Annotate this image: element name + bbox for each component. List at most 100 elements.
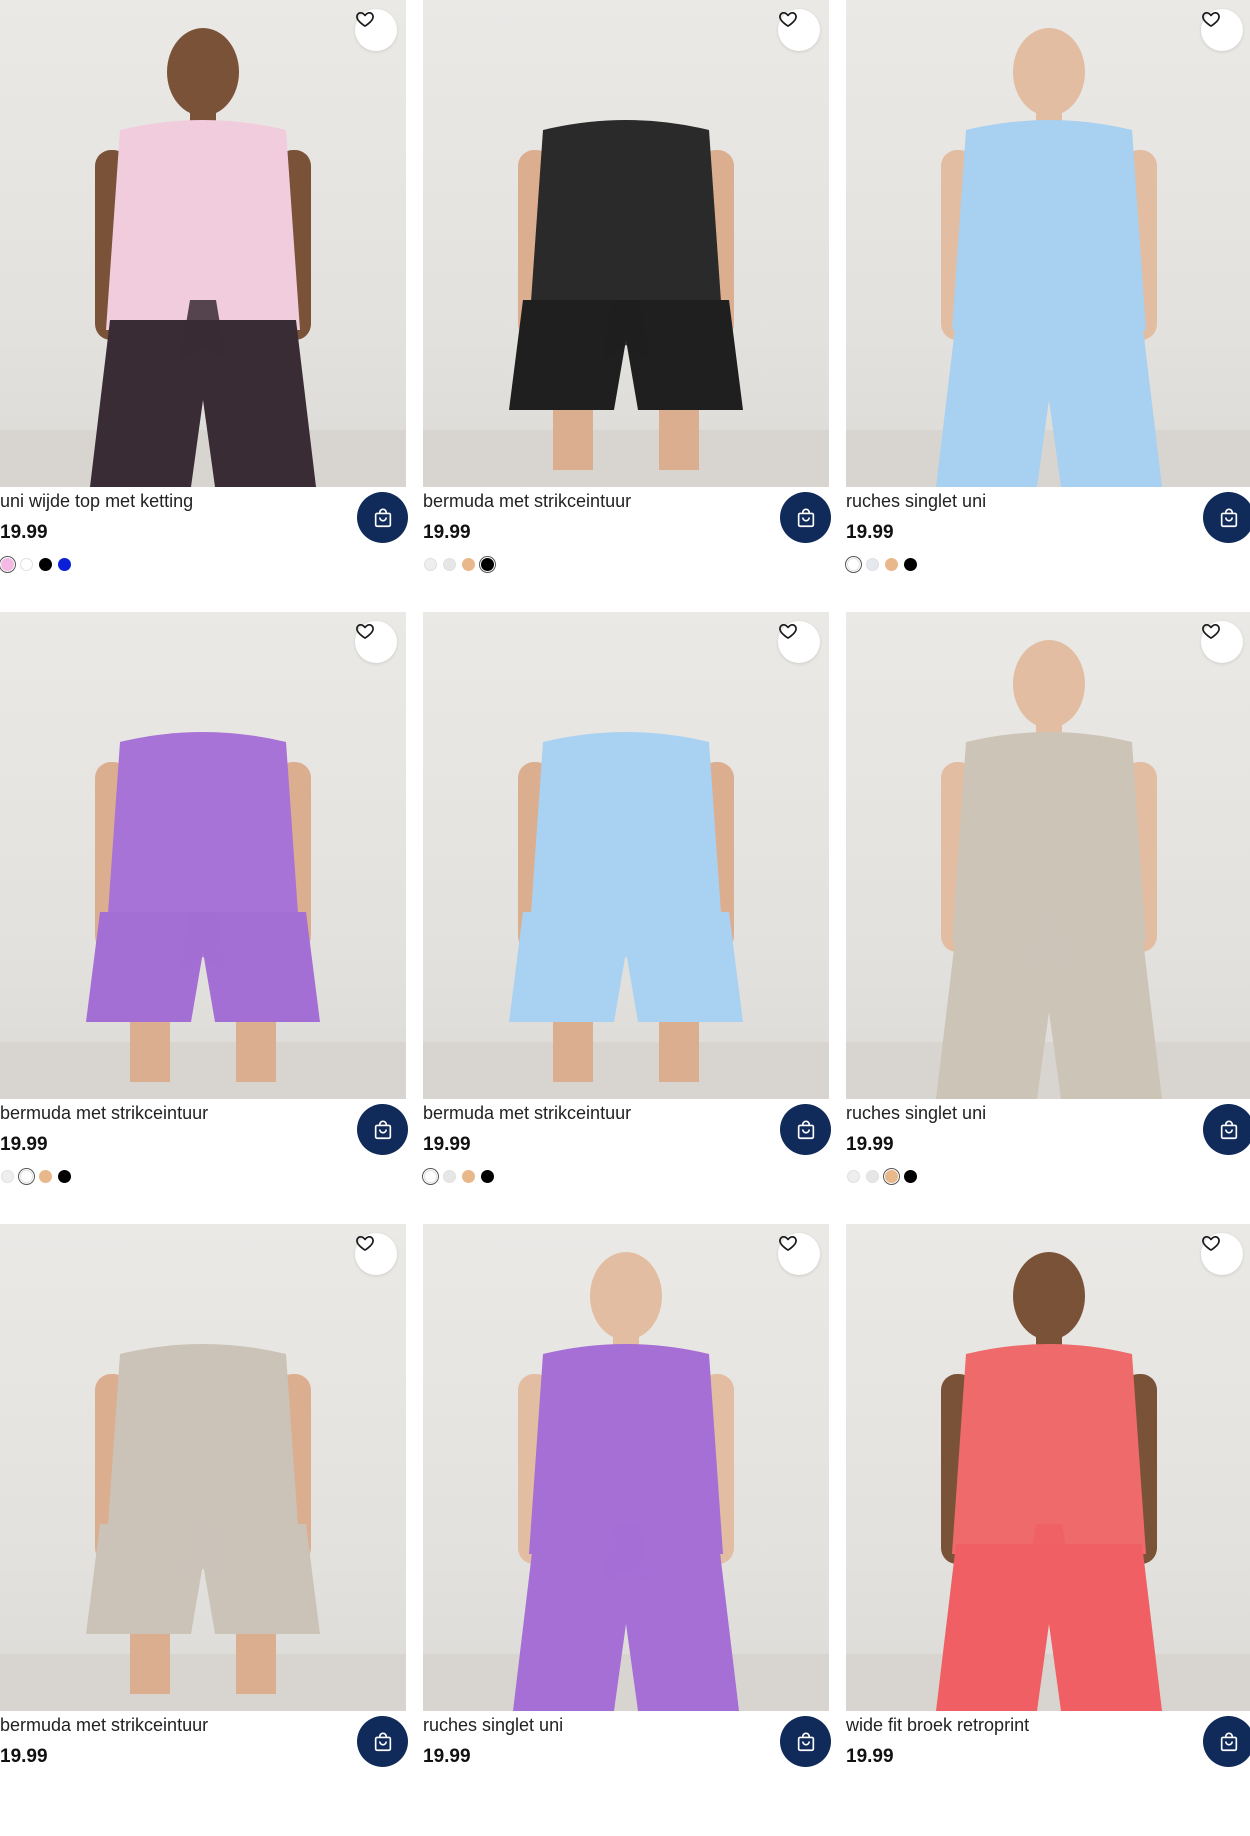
color-swatches <box>424 1170 494 1183</box>
product-image[interactable] <box>846 612 1250 1099</box>
color-swatches <box>847 558 917 571</box>
color-swatches <box>424 558 494 571</box>
product-card[interactable]: ruches singlet uni 19.99 <box>846 612 1250 1224</box>
color-swatch[interactable] <box>58 1170 71 1183</box>
product-info: bermuda met strikceintuur 19.99 <box>423 487 831 612</box>
favorite-button[interactable] <box>1201 1233 1243 1275</box>
color-swatch[interactable] <box>847 1170 860 1183</box>
color-swatch[interactable] <box>847 558 860 571</box>
shopping-bag-icon <box>795 1119 817 1141</box>
color-swatch[interactable] <box>20 558 33 571</box>
favorite-button[interactable] <box>355 621 397 663</box>
product-price: 19.99 <box>0 1746 48 1767</box>
product-card[interactable]: ruches singlet uni 19.99 <box>423 1224 831 1836</box>
color-swatch[interactable] <box>443 558 456 571</box>
color-swatch[interactable] <box>20 1170 33 1183</box>
add-to-cart-button[interactable] <box>357 1716 408 1767</box>
color-swatch[interactable] <box>904 1170 917 1183</box>
color-swatch[interactable] <box>481 558 494 571</box>
product-price: 19.99 <box>846 1134 894 1155</box>
color-swatch[interactable] <box>885 558 898 571</box>
favorite-button[interactable] <box>778 1233 820 1275</box>
color-swatch[interactable] <box>58 558 71 571</box>
product-card[interactable]: bermuda met strikceintuur 19.99 <box>0 612 408 1224</box>
product-image[interactable] <box>423 612 829 1099</box>
product-info: ruches singlet uni 19.99 <box>423 1711 831 1836</box>
color-swatch[interactable] <box>462 558 475 571</box>
color-swatch[interactable] <box>481 1170 494 1183</box>
product-price: 19.99 <box>0 522 48 543</box>
product-price: 19.99 <box>423 522 471 543</box>
color-swatch[interactable] <box>1 1170 14 1183</box>
color-swatch[interactable] <box>866 558 879 571</box>
color-swatch[interactable] <box>424 558 437 571</box>
product-price: 19.99 <box>423 1134 471 1155</box>
product-name[interactable]: bermuda met strikceintuur <box>423 491 631 512</box>
product-price: 19.99 <box>846 522 894 543</box>
product-card[interactable]: ruches singlet uni 19.99 <box>846 0 1250 612</box>
product-card[interactable]: uni wijde top met ketting 19.99 <box>0 0 408 612</box>
favorite-button[interactable] <box>778 621 820 663</box>
product-image[interactable] <box>0 612 406 1099</box>
favorite-button[interactable] <box>1201 9 1243 51</box>
shopping-bag-icon <box>372 1731 394 1753</box>
product-info: wide fit broek retroprint 19.99 <box>846 1711 1250 1836</box>
color-swatch[interactable] <box>443 1170 456 1183</box>
product-name[interactable]: bermuda met strikceintuur <box>0 1715 208 1736</box>
product-info: bermuda met strikceintuur 19.99 <box>0 1711 408 1836</box>
color-swatch[interactable] <box>1 558 14 571</box>
product-name[interactable]: ruches singlet uni <box>423 1715 563 1736</box>
product-image[interactable] <box>846 0 1250 487</box>
add-to-cart-button[interactable] <box>1203 1716 1250 1767</box>
add-to-cart-button[interactable] <box>1203 1104 1250 1155</box>
product-name[interactable]: ruches singlet uni <box>846 1103 986 1124</box>
favorite-button[interactable] <box>355 9 397 51</box>
shopping-bag-icon <box>1218 1731 1240 1753</box>
color-swatch[interactable] <box>866 1170 879 1183</box>
add-to-cart-button[interactable] <box>780 1716 831 1767</box>
color-swatch[interactable] <box>885 1170 898 1183</box>
color-swatch[interactable] <box>904 558 917 571</box>
add-to-cart-button[interactable] <box>780 492 831 543</box>
color-swatch[interactable] <box>39 558 52 571</box>
product-price: 19.99 <box>423 1746 471 1767</box>
product-info: ruches singlet uni 19.99 <box>846 487 1250 612</box>
favorite-button[interactable] <box>355 1233 397 1275</box>
product-image[interactable] <box>423 1224 829 1711</box>
product-image[interactable] <box>846 1224 1250 1711</box>
shopping-bag-icon <box>1218 507 1240 529</box>
shopping-bag-icon <box>372 507 394 529</box>
product-card[interactable]: bermuda met strikceintuur 19.99 <box>423 612 831 1224</box>
product-image[interactable] <box>0 0 406 487</box>
product-grid: uni wijde top met ketting 19.99 bermuda me… <box>0 0 1250 1767</box>
product-info: ruches singlet uni 19.99 <box>846 1099 1250 1224</box>
color-swatch[interactable] <box>462 1170 475 1183</box>
add-to-cart-button[interactable] <box>357 492 408 543</box>
product-name[interactable]: uni wijde top met ketting <box>0 491 193 512</box>
product-card[interactable]: bermuda met strikceintuur 19.99 <box>0 1224 408 1836</box>
product-name[interactable]: ruches singlet uni <box>846 491 986 512</box>
product-name[interactable]: bermuda met strikceintuur <box>423 1103 631 1124</box>
favorite-button[interactable] <box>1201 621 1243 663</box>
product-card[interactable]: bermuda met strikceintuur 19.99 <box>423 0 831 612</box>
product-image[interactable] <box>423 0 829 487</box>
product-image[interactable] <box>0 1224 406 1711</box>
shopping-bag-icon <box>372 1119 394 1141</box>
add-to-cart-button[interactable] <box>1203 492 1250 543</box>
add-to-cart-button[interactable] <box>780 1104 831 1155</box>
shopping-bag-icon <box>795 507 817 529</box>
product-price: 19.99 <box>846 1746 894 1767</box>
product-name[interactable]: wide fit broek retroprint <box>846 1715 1029 1736</box>
color-swatches <box>1 558 71 571</box>
product-info: bermuda met strikceintuur 19.99 <box>423 1099 831 1224</box>
product-info: uni wijde top met ketting 19.99 <box>0 487 408 612</box>
color-swatches <box>847 1170 917 1183</box>
color-swatch[interactable] <box>39 1170 52 1183</box>
add-to-cart-button[interactable] <box>357 1104 408 1155</box>
shopping-bag-icon <box>795 1731 817 1753</box>
color-swatch[interactable] <box>424 1170 437 1183</box>
favorite-button[interactable] <box>778 9 820 51</box>
product-card[interactable]: wide fit broek retroprint 19.99 <box>846 1224 1250 1836</box>
product-info: bermuda met strikceintuur 19.99 <box>0 1099 408 1224</box>
product-name[interactable]: bermuda met strikceintuur <box>0 1103 208 1124</box>
